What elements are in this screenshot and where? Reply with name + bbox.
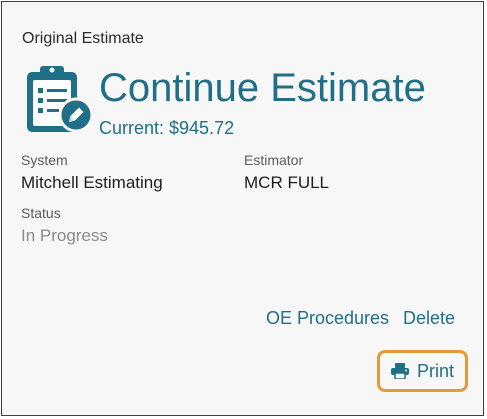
continue-estimate-link[interactable]: Continue Estimate [99, 62, 426, 114]
print-button[interactable]: Print [377, 350, 468, 392]
delete-link[interactable]: Delete [403, 308, 455, 329]
estimator-value: MCR FULL [244, 173, 330, 192]
system-value: Mitchell Estimating [21, 173, 163, 192]
status-label: Status [21, 205, 61, 221]
system-label: System [21, 152, 68, 168]
estimator-label: Estimator [244, 152, 304, 168]
print-label: Print [416, 360, 454, 381]
oe-procedures-link[interactable]: OE Procedures [266, 308, 389, 329]
current-total: Current: $945.72 [99, 118, 235, 138]
section-title: Original Estimate [22, 30, 144, 47]
estimate-card: Original Estimate Continue Estimate Curr… [1, 1, 484, 416]
clipboard-edit-icon [27, 66, 94, 133]
status-value: In Progress [21, 226, 108, 245]
printer-icon [390, 363, 409, 379]
